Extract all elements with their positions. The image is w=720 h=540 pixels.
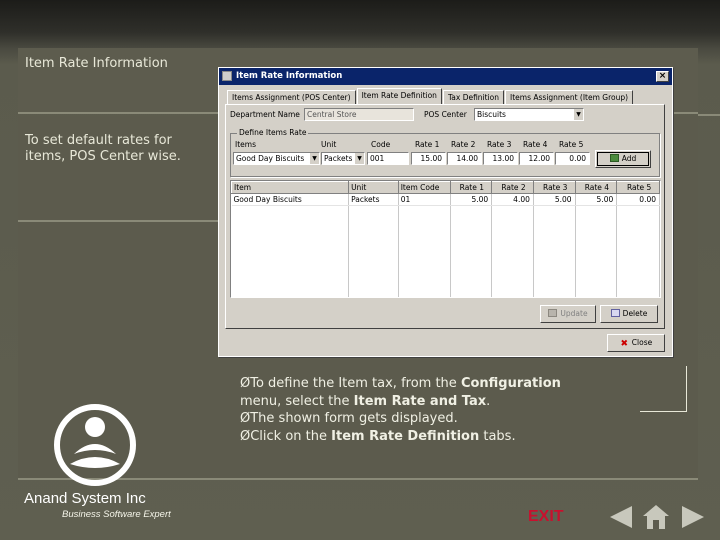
- delete-icon: [610, 309, 620, 317]
- update-icon: [548, 309, 558, 317]
- add-label: Add: [621, 154, 637, 163]
- bullet-text: Item Rate Definition: [331, 428, 480, 444]
- chevron-down-icon[interactable]: ▼: [354, 153, 364, 164]
- item-rate-grid[interactable]: Item Unit Item Code Rate 1 Rate 2 Rate 3…: [230, 180, 661, 298]
- bullet-text: ØThe shown form gets displayed.: [240, 411, 458, 426]
- delete-label: Delete: [622, 309, 648, 318]
- rate3-field[interactable]: 13.00: [483, 152, 518, 165]
- table-cell: 5.00: [575, 193, 618, 206]
- bullet-line: ØClick on the Item Rate Definition tabs.: [240, 428, 680, 446]
- divider: [698, 114, 720, 116]
- close-icon: ✖: [620, 339, 629, 349]
- rate1-field[interactable]: 15.00: [411, 152, 446, 165]
- close-icon[interactable]: ×: [656, 71, 669, 82]
- unit-select[interactable]: Packets ▼: [321, 152, 365, 165]
- bullet-line: ØThe shown form gets displayed.: [240, 410, 680, 428]
- update-button[interactable]: Update: [540, 305, 596, 323]
- bullet-line: menu, select the Item Rate and Tax.: [240, 393, 680, 411]
- column-header[interactable]: Item: [231, 181, 350, 194]
- dialog-title: Item Rate Information: [236, 71, 343, 81]
- brand-tagline: Business Software Expert: [62, 509, 171, 520]
- item-rate-table: Item Unit Item Code Rate 1 Rate 2 Rate 3…: [231, 181, 660, 297]
- exit-link[interactable]: EXIT: [528, 508, 564, 526]
- table-cell: 01: [398, 193, 451, 206]
- delete-button[interactable]: Delete: [600, 305, 658, 323]
- back-arrow-icon[interactable]: [608, 504, 634, 530]
- table-cell: Good Day Biscuits: [231, 193, 350, 206]
- slide-description: To set default rates for items, POS Cent…: [25, 133, 181, 164]
- rate4-label: Rate 4: [523, 140, 548, 149]
- tab-items-assignment-group[interactable]: Items Assignment (Item Group): [505, 90, 634, 104]
- pos-center-label: POS Center: [424, 110, 467, 119]
- bullet-text: menu, select the: [240, 393, 354, 409]
- update-label: Update: [560, 309, 588, 318]
- add-icon: [609, 154, 619, 162]
- department-field[interactable]: Central Store: [304, 108, 414, 121]
- divider: [686, 366, 687, 412]
- home-icon[interactable]: [642, 504, 670, 530]
- column-header[interactable]: Rate 2: [491, 181, 534, 194]
- table-cell: 0.00: [616, 193, 660, 206]
- tab-panel: Department Name Central Store POS Center…: [225, 104, 665, 329]
- bullet-text: Item Rate and Tax: [353, 393, 487, 409]
- add-button[interactable]: Add: [595, 150, 651, 168]
- rate3-label: Rate 3: [487, 140, 512, 149]
- items-select[interactable]: Good Day Biscuits ▼: [233, 152, 320, 165]
- table-cell: 5.00: [450, 193, 493, 206]
- column-header[interactable]: Item Code: [397, 181, 451, 194]
- tab-items-assignment-pos[interactable]: Items Assignment (POS Center): [227, 90, 356, 104]
- close-button[interactable]: ✖ Close: [607, 334, 665, 352]
- department-label: Department Name: [230, 110, 300, 119]
- forward-arrow-icon[interactable]: [680, 504, 706, 530]
- table-row[interactable]: Good Day Biscuits Packets 01 5.00 4.00 5…: [231, 193, 660, 206]
- column-header[interactable]: Rate 5: [616, 181, 660, 194]
- empty-grid-area: [231, 205, 660, 297]
- bullet-text: tabs.: [479, 428, 516, 444]
- grid-header: Item Unit Item Code Rate 1 Rate 2 Rate 3…: [231, 181, 660, 194]
- app-icon: [222, 71, 232, 81]
- anand-logo-icon: [54, 404, 136, 486]
- bullet-line: ØTo define the Item tax, from the Config…: [240, 375, 680, 393]
- rate4-field[interactable]: 12.00: [519, 152, 554, 165]
- define-items-rate-group: Define Items Rate Items Unit Code Rate 1…: [230, 128, 660, 177]
- bullet-text: Configuration: [460, 376, 561, 391]
- column-header[interactable]: Rate 3: [532, 181, 576, 194]
- items-value: Good Day Biscuits: [236, 154, 305, 163]
- bullet-text: ØClick on the: [240, 428, 332, 444]
- chevron-down-icon[interactable]: ▼: [309, 153, 319, 164]
- tab-strip: Items Assignment (POS Center) Item Rate …: [227, 88, 634, 104]
- item-rate-dialog: Item Rate Information × Items Assignment…: [218, 67, 673, 357]
- brand-name: Anand System Inc: [24, 490, 146, 507]
- unit-value: Packets: [324, 154, 353, 163]
- dialog-titlebar[interactable]: Item Rate Information ×: [219, 68, 672, 85]
- divider: [18, 220, 218, 222]
- column-header[interactable]: Rate 4: [574, 181, 618, 194]
- bullet-text: .: [486, 393, 491, 409]
- close-label: Close: [631, 338, 653, 347]
- tab-tax-definition[interactable]: Tax Definition: [442, 90, 505, 104]
- column-header[interactable]: Unit: [348, 181, 399, 194]
- table-cell: Packets: [348, 193, 399, 206]
- tab-item-rate-definition[interactable]: Item Rate Definition: [356, 88, 442, 104]
- rate5-label: Rate 5: [559, 140, 584, 149]
- table-cell: 5.00: [533, 193, 576, 206]
- rate1-label: Rate 1: [415, 140, 440, 149]
- chevron-down-icon[interactable]: ▼: [573, 109, 583, 120]
- table-cell: 4.00: [491, 193, 534, 206]
- rate5-field[interactable]: 0.00: [555, 152, 590, 165]
- pos-center-value: Biscuits: [477, 110, 506, 119]
- slide-title: Item Rate Information: [25, 56, 168, 71]
- code-label: Code: [371, 140, 391, 149]
- code-field[interactable]: 001: [367, 152, 409, 165]
- rate2-label: Rate 2: [451, 140, 476, 149]
- column-header[interactable]: Rate 1: [449, 181, 493, 194]
- divider: [640, 411, 687, 412]
- pos-center-select[interactable]: Biscuits ▼: [474, 108, 584, 121]
- items-label: Items: [235, 140, 256, 149]
- unit-label: Unit: [321, 140, 337, 149]
- bullet-text: ØTo define the Item tax, from the: [240, 376, 461, 391]
- group-title: Define Items Rate: [237, 128, 309, 137]
- rate2-field[interactable]: 14.00: [447, 152, 482, 165]
- instruction-bullets: ØTo define the Item tax, from the Config…: [240, 375, 680, 445]
